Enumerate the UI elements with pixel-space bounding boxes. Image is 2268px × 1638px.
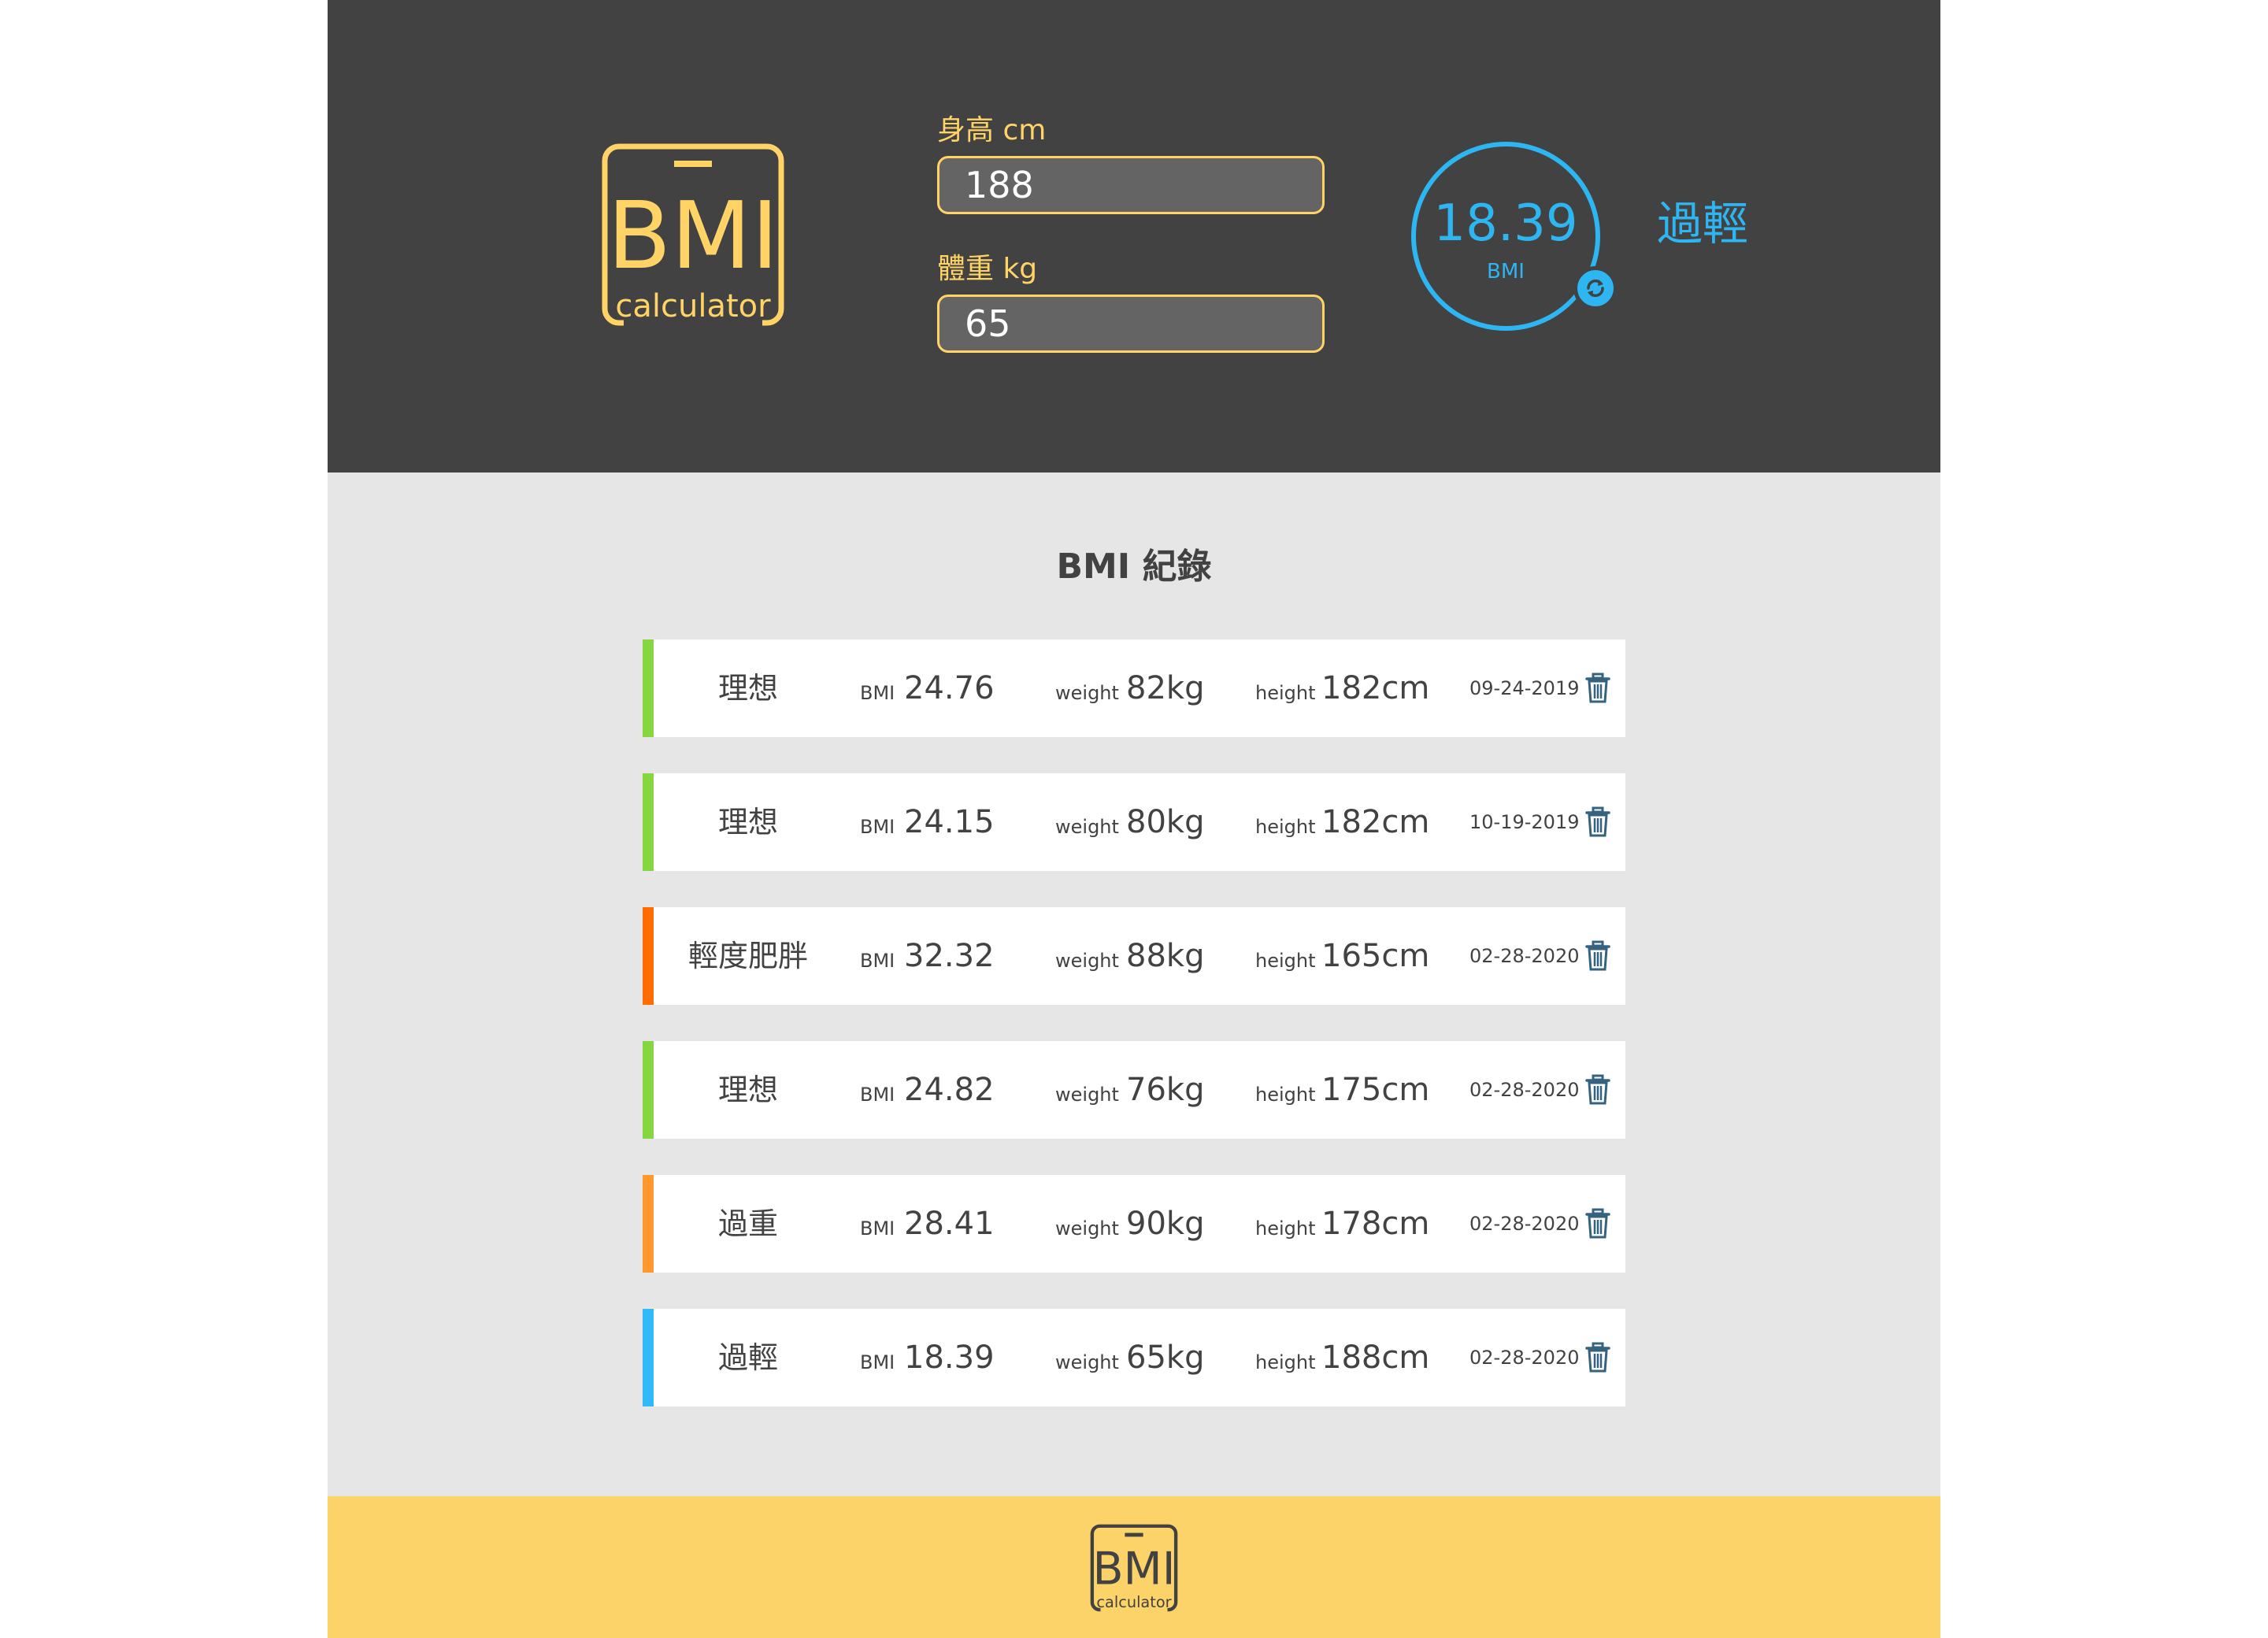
record-row: 過輕 BMI 18.39 weight 65kg height 188cm 02-28-202… [643, 1309, 1625, 1406]
record-weight-label: weight [1055, 1351, 1119, 1373]
trash-icon[interactable] [1584, 1074, 1611, 1106]
records-title: BMI 紀錄 [1056, 547, 1212, 587]
record-weight-value: 88kg [1126, 938, 1205, 974]
record-status: 理想 [717, 805, 778, 839]
record-bmi-value: 28.41 [904, 1206, 995, 1242]
record-bmi-label: BMI [860, 1217, 895, 1240]
record-weight-label: weight [1055, 816, 1119, 838]
footer-logo: BMI calculator [1090, 1524, 1178, 1613]
result-bmi-unit: BMI [1487, 260, 1525, 284]
record-date: 02-28-2020 [1469, 945, 1580, 967]
record-weight-value: 65kg [1126, 1340, 1205, 1376]
record-row: 理想 BMI 24.82 weight 76kg height 175cm 02-28-202… [643, 1041, 1625, 1139]
result-circle: 18.39 BMI [1411, 142, 1600, 331]
record-height-label: height [1255, 1084, 1316, 1106]
result-bmi-value: 18.39 [1433, 195, 1578, 253]
record-height-label: height [1255, 950, 1316, 972]
record-weight-value: 80kg [1126, 804, 1205, 840]
logo-sub-text: calculator [615, 288, 771, 324]
record-height-label: height [1255, 1217, 1316, 1240]
record-status: 理想 [717, 671, 778, 706]
record-date: 02-28-2020 [1469, 1213, 1580, 1235]
record-weight-value: 82kg [1126, 670, 1205, 706]
status-color-bar [643, 1041, 654, 1139]
record-date: 09-24-2019 [1469, 677, 1580, 699]
record-row: 理想 BMI 24.76 weight 82kg height 182cm 09-24-201… [643, 639, 1625, 737]
record-height-value: 178cm [1321, 1206, 1430, 1242]
record-bmi-value: 24.76 [904, 670, 995, 706]
record-weight-label: weight [1055, 1217, 1119, 1240]
record-bmi-label: BMI [860, 1084, 895, 1106]
record-bmi-label: BMI [860, 950, 895, 972]
record-weight-label: weight [1055, 950, 1119, 972]
record-height-label: height [1255, 1351, 1316, 1373]
status-color-bar [643, 773, 654, 871]
status-color-bar [643, 639, 654, 737]
refresh-icon [1587, 279, 1604, 298]
record-status: 過輕 [717, 1340, 778, 1375]
record-height-label: height [1255, 682, 1316, 704]
record-status: 輕度肥胖 [687, 939, 808, 973]
weight-label: 體重 kg [937, 253, 1038, 285]
weight-input[interactable]: 65 [937, 295, 1325, 353]
record-bmi-value: 32.32 [904, 938, 995, 974]
record-height-label: height [1255, 816, 1316, 838]
footer-logo-brand-text: BMI [1092, 1543, 1175, 1595]
trash-icon[interactable] [1584, 1342, 1611, 1373]
status-color-bar [643, 907, 654, 1005]
refresh-button[interactable] [1573, 266, 1618, 310]
record-status: 過重 [717, 1206, 778, 1241]
page: BMI calculator 身高 cm 188 體重 kg 65 18.39 … [328, 0, 1940, 1638]
record-row: 理想 BMI 24.15 weight 80kg height 182cm 10-19-201… [643, 773, 1625, 871]
record-weight-label: weight [1055, 682, 1119, 704]
bmi-logo: BMI calculator [602, 143, 784, 328]
footer: BMI calculator [328, 1496, 1940, 1638]
record-height-value: 188cm [1321, 1340, 1430, 1376]
status-color-bar [643, 1175, 654, 1273]
record-date: 10-19-2019 [1469, 811, 1580, 833]
record-height-value: 182cm [1321, 670, 1430, 706]
record-height-value: 182cm [1321, 804, 1430, 840]
record-status: 理想 [717, 1073, 778, 1107]
footer-logo-sub-text: calculator [1096, 1593, 1171, 1611]
record-date: 02-28-2020 [1469, 1347, 1580, 1369]
record-row: 過重 BMI 28.41 weight 90kg height 178cm 02-28-202… [643, 1175, 1625, 1273]
logo-brand-text: BMI [607, 181, 779, 290]
header: BMI calculator 身高 cm 188 體重 kg 65 18.39 … [328, 0, 1940, 472]
record-weight-value: 90kg [1126, 1206, 1205, 1242]
record-bmi-value: 24.15 [904, 804, 995, 840]
trash-icon[interactable] [1584, 940, 1611, 972]
record-row: 輕度肥胖 BMI 32.32 weight 88kg height 165cm 02-28-2… [643, 907, 1625, 1005]
record-bmi-label: BMI [860, 682, 895, 704]
result-status-label: 過輕 [1657, 197, 1749, 250]
height-input[interactable]: 188 [937, 156, 1325, 214]
records-section: BMI 紀錄 理想 BMI 24.76 weight 82kg height 182cm 09… [328, 472, 1940, 1496]
record-bmi-value: 24.82 [904, 1072, 995, 1108]
record-height-value: 165cm [1321, 938, 1430, 974]
trash-icon[interactable] [1584, 1208, 1611, 1240]
trash-icon[interactable] [1584, 673, 1611, 704]
status-color-bar [643, 1309, 654, 1406]
record-weight-value: 76kg [1126, 1072, 1205, 1108]
height-label: 身高 cm [937, 114, 1047, 146]
record-bmi-label: BMI [860, 1351, 895, 1373]
record-bmi-value: 18.39 [904, 1340, 995, 1376]
record-weight-label: weight [1055, 1084, 1119, 1106]
trash-icon[interactable] [1584, 806, 1611, 838]
record-date: 02-28-2020 [1469, 1079, 1580, 1101]
record-height-value: 175cm [1321, 1072, 1430, 1108]
record-bmi-label: BMI [860, 816, 895, 838]
